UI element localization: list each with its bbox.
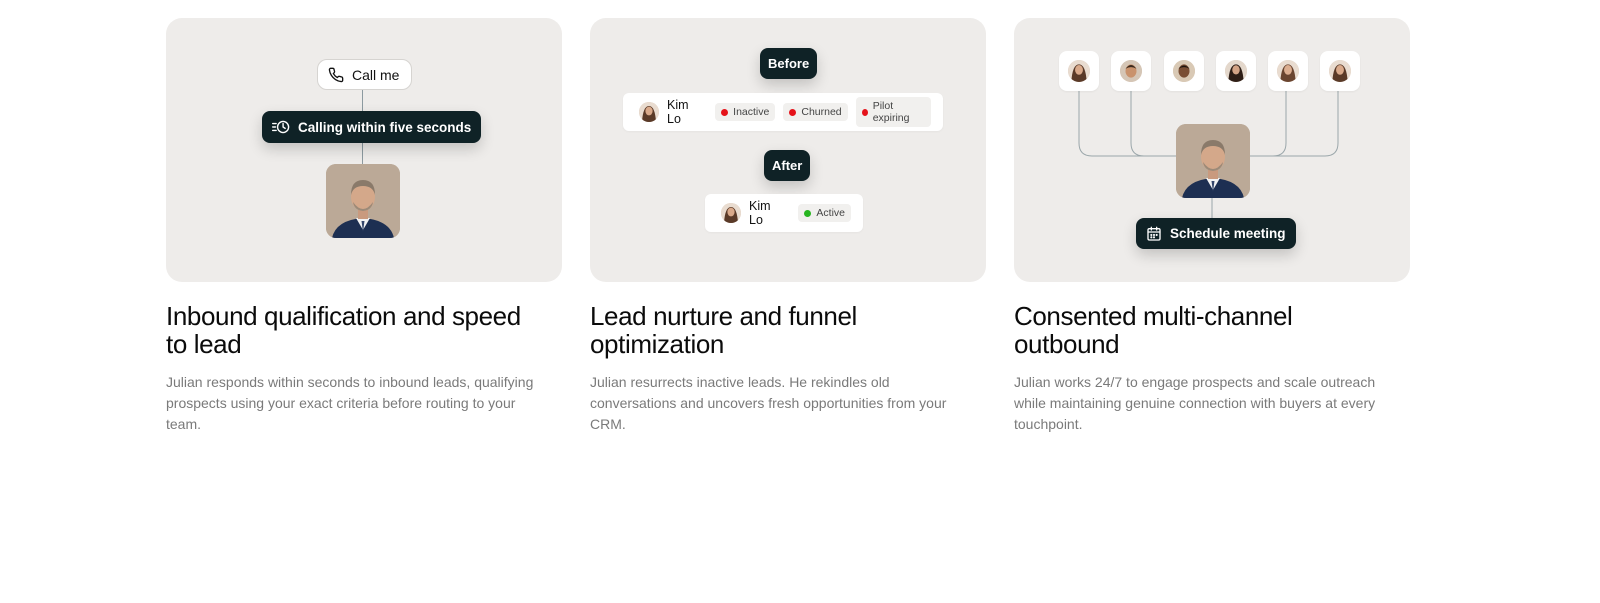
prospect-avatar-tile xyxy=(1111,51,1151,91)
status-tag-inactive: Inactive xyxy=(715,103,776,121)
before-badge: Before xyxy=(760,48,818,79)
card-description: Julian works 24/7 to engage prospects an… xyxy=(1014,374,1376,432)
status-tag-churned: Churned xyxy=(783,103,848,121)
card-description: Julian responds within seconds to inboun… xyxy=(166,374,534,432)
agent-portrait xyxy=(326,164,400,238)
clock-history-icon xyxy=(272,119,290,135)
contact-avatar xyxy=(639,102,659,122)
calling-label: Calling within five seconds xyxy=(298,119,472,135)
contact-avatar xyxy=(721,203,741,223)
prospect-avatar-tile xyxy=(1216,51,1256,91)
red-dot-icon xyxy=(789,108,797,116)
prospect-avatar-tile xyxy=(1059,51,1099,91)
prospect-avatar-tile xyxy=(1320,51,1360,91)
card-title: Lead nurture and funnel optimization xyxy=(590,301,857,359)
call-me-pill: Call me xyxy=(317,59,413,90)
contact-name: Kim Lo xyxy=(749,199,771,227)
red-dot-icon xyxy=(721,108,729,116)
tag-label: Active xyxy=(816,207,845,219)
card-title: Consented multi-channel outbound xyxy=(1014,301,1293,359)
red-dot-icon xyxy=(861,108,868,116)
feature-card-inbound: Call me Calling within five seconds Inbo… xyxy=(166,18,562,435)
contact-row-after: Kim Lo Active xyxy=(705,194,863,232)
status-tag-active: Active xyxy=(798,204,851,222)
call-me-label: Call me xyxy=(352,66,400,83)
card-description: Julian resurrects inactive leads. He rek… xyxy=(590,374,947,432)
contact-name: Kim Lo xyxy=(667,98,689,126)
phone-icon xyxy=(328,67,344,83)
illustration-panel: Before Kim Lo Inactive Churned Pilot exp… xyxy=(590,18,986,282)
feature-cards-grid: Call me Calling within five seconds Inbo… xyxy=(166,18,1412,438)
illustration-panel: Call me Calling within five seconds xyxy=(166,18,562,282)
after-badge: After xyxy=(764,150,811,181)
feature-card-nurture: Before Kim Lo Inactive Churned Pilot exp… xyxy=(590,18,986,435)
illustration-panel: Schedule meeting xyxy=(1014,18,1410,282)
card-title: Inbound qualification and speed to lead xyxy=(166,301,521,359)
tag-label: Churned xyxy=(801,106,842,118)
prospect-avatar-tile xyxy=(1268,51,1308,91)
green-dot-icon xyxy=(804,209,812,217)
calendar-icon xyxy=(1146,226,1162,242)
calling-status-pill: Calling within five seconds xyxy=(262,111,482,143)
schedule-meeting-pill: Schedule meeting xyxy=(1136,218,1296,249)
status-tag-pilot-expiring: Pilot expiring xyxy=(855,97,931,127)
before-label: Before xyxy=(768,56,810,71)
after-label: After xyxy=(772,158,803,173)
feature-card-outbound: Schedule meeting Consented multi-channel… xyxy=(1014,18,1410,435)
tag-label: Inactive xyxy=(733,106,770,118)
prospect-avatar-tile xyxy=(1164,51,1204,91)
agent-portrait xyxy=(1176,124,1250,198)
contact-row-before: Kim Lo Inactive Churned Pilot expiring xyxy=(623,93,943,131)
tag-label: Pilot expiring xyxy=(872,100,910,124)
schedule-meeting-label: Schedule meeting xyxy=(1170,226,1286,241)
